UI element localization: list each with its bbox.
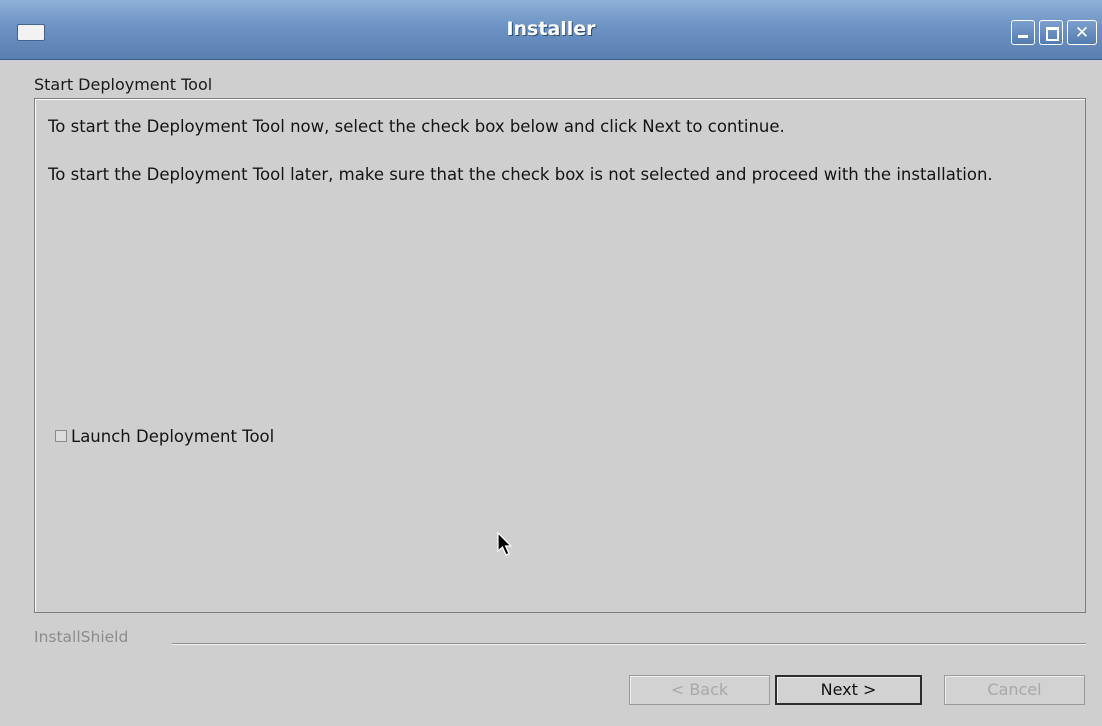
maximize-icon — [1046, 27, 1059, 41]
window-title: Installer — [506, 18, 596, 40]
title-bar[interactable]: Installer ✕ — [0, 0, 1102, 60]
cancel-button[interactable]: Cancel — [944, 675, 1085, 705]
instruction-paragraph-2: To start the Deployment Tool later, make… — [48, 165, 993, 184]
minimize-icon — [1018, 35, 1028, 38]
divider — [172, 643, 1086, 645]
maximize-button[interactable] — [1039, 20, 1063, 45]
installshield-branding: InstallShield — [34, 628, 1086, 648]
installer-window: Installer ✕ Start Deployment Tool To sta… — [0, 0, 1102, 726]
launch-deployment-tool-option[interactable]: Launch Deployment Tool — [55, 425, 274, 447]
checkbox-label[interactable]: Launch Deployment Tool — [71, 427, 274, 446]
minimize-button[interactable] — [1011, 20, 1035, 45]
next-button[interactable]: Next > — [775, 675, 922, 705]
close-button[interactable]: ✕ — [1067, 20, 1097, 45]
close-icon: ✕ — [1074, 23, 1090, 43]
brand-label: InstallShield — [34, 628, 135, 646]
launch-deployment-tool-checkbox[interactable] — [55, 430, 67, 442]
section-title: Start Deployment Tool — [34, 75, 213, 94]
mouse-pointer-icon — [497, 532, 513, 556]
instruction-paragraph-1: To start the Deployment Tool now, select… — [48, 117, 785, 136]
back-button[interactable]: < Back — [629, 675, 770, 705]
content-panel: To start the Deployment Tool now, select… — [34, 98, 1086, 613]
